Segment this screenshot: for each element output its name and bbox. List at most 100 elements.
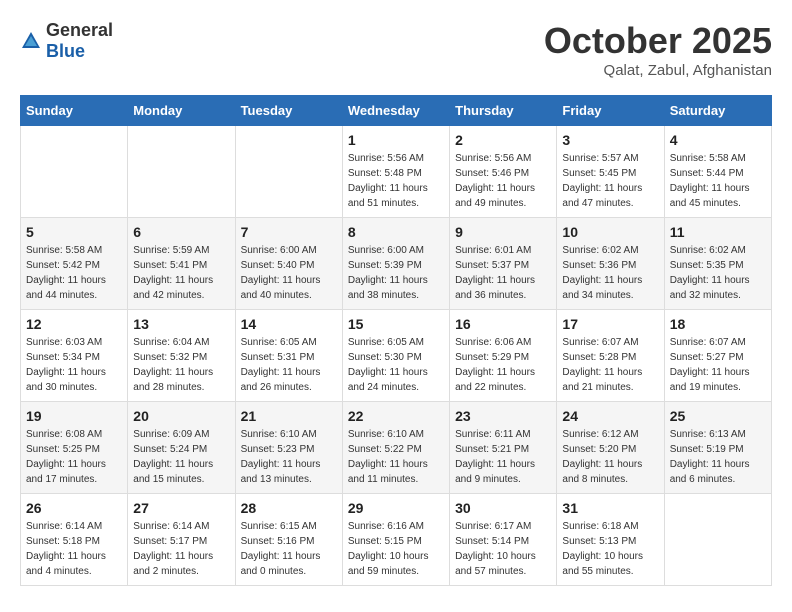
day-number: 20: [133, 408, 229, 424]
calendar-cell: 11Sunrise: 6:02 AM Sunset: 5:35 PM Dayli…: [664, 218, 771, 310]
calendar-cell: 10Sunrise: 6:02 AM Sunset: 5:36 PM Dayli…: [557, 218, 664, 310]
day-info: Sunrise: 6:11 AM Sunset: 5:21 PM Dayligh…: [455, 427, 551, 487]
calendar-cell: 23Sunrise: 6:11 AM Sunset: 5:21 PM Dayli…: [450, 402, 557, 494]
calendar-cell: 18 Sunrise: 6:07 AM Sunset: 5:27 PM Dayli…: [664, 310, 771, 402]
day-info: Sunrise: 6:05 AM Sunset: 5:31 PM Dayligh…: [241, 335, 337, 395]
day-info: Sunrise: 6:17 AM Sunset: 5:14 PM Dayligh…: [455, 519, 551, 579]
calendar-cell: 27Sunrise: 6:14 AM Sunset: 5:17 PM Dayli…: [128, 494, 235, 586]
logo-text-general: General: [46, 20, 113, 40]
calendar-cell: [21, 126, 128, 218]
day-number: 1: [348, 132, 444, 148]
logo: General Blue: [20, 20, 113, 62]
calendar-table: SundayMondayTuesdayWednesdayThursdayFrid…: [20, 95, 772, 586]
day-info: Sunrise: 6:06 AM Sunset: 5:29 PM Dayligh…: [455, 335, 551, 395]
day-info: Sunrise: 6:12 AM Sunset: 5:20 PM Dayligh…: [562, 427, 658, 487]
calendar-cell: 5Sunrise: 5:58 AM Sunset: 5:42 PM Daylig…: [21, 218, 128, 310]
calendar-cell: 9Sunrise: 6:01 AM Sunset: 5:37 PM Daylig…: [450, 218, 557, 310]
day-number: 6: [133, 224, 229, 240]
day-info: Sunrise: 6:07 AM Sunset: 5:28 PM Dayligh…: [562, 335, 658, 395]
calendar-cell: 12 Sunrise: 6:03 AM Sunset: 5:34 PM Dayli…: [21, 310, 128, 402]
calendar-cell: 28 Sunrise: 6:15 AM Sunset: 5:16 PM Dayli…: [235, 494, 342, 586]
day-info: Sunrise: 6:00 AM Sunset: 5:39 PM Dayligh…: [348, 243, 444, 303]
day-info: Sunrise: 6:02 AM Sunset: 5:36 PM Dayligh…: [562, 243, 658, 303]
page-header: General Blue October 2025 Qalat, Zabul, …: [20, 20, 772, 79]
calendar-cell: 13Sunrise: 6:04 AM Sunset: 5:32 PM Dayli…: [128, 310, 235, 402]
weekday-header-tuesday: Tuesday: [235, 96, 342, 126]
day-number: 21: [241, 408, 337, 424]
calendar-cell: 6 Sunrise: 5:59 AM Sunset: 5:41 PM Daylig…: [128, 218, 235, 310]
calendar-cell: [664, 494, 771, 586]
day-number: 28: [241, 500, 337, 516]
day-info: Sunrise: 6:10 AM Sunset: 5:23 PM Dayligh…: [241, 427, 337, 487]
calendar-cell: 24 Sunrise: 6:12 AM Sunset: 5:20 PM Dayli…: [557, 402, 664, 494]
day-info: Sunrise: 6:04 AM Sunset: 5:32 PM Dayligh…: [133, 335, 229, 395]
day-number: 24: [562, 408, 658, 424]
calendar-week-row: 12 Sunrise: 6:03 AM Sunset: 5:34 PM Dayli…: [21, 310, 772, 402]
weekday-header-thursday: Thursday: [450, 96, 557, 126]
calendar-week-row: 1 Sunrise: 5:56 AM Sunset: 5:48 PM Daylig…: [21, 126, 772, 218]
day-number: 3: [562, 132, 658, 148]
weekday-header-sunday: Sunday: [21, 96, 128, 126]
calendar-cell: 8 Sunrise: 6:00 AM Sunset: 5:39 PM Daylig…: [342, 218, 449, 310]
day-number: 15: [348, 316, 444, 332]
weekday-header-friday: Friday: [557, 96, 664, 126]
weekday-header-row: SundayMondayTuesdayWednesdayThursdayFrid…: [21, 96, 772, 126]
day-info: Sunrise: 6:00 AM Sunset: 5:40 PM Dayligh…: [241, 243, 337, 303]
logo-icon: [20, 30, 42, 52]
day-number: 25: [670, 408, 766, 424]
day-number: 7: [241, 224, 337, 240]
day-info: Sunrise: 6:03 AM Sunset: 5:34 PM Dayligh…: [26, 335, 122, 395]
calendar-cell: 31Sunrise: 6:18 AM Sunset: 5:13 PM Dayli…: [557, 494, 664, 586]
day-number: 4: [670, 132, 766, 148]
calendar-cell: 25 Sunrise: 6:13 AM Sunset: 5:19 PM Dayli…: [664, 402, 771, 494]
calendar-week-row: 26 Sunrise: 6:14 AM Sunset: 5:18 PM Dayli…: [21, 494, 772, 586]
calendar-cell: 3 Sunrise: 5:57 AM Sunset: 5:45 PM Daylig…: [557, 126, 664, 218]
day-info: Sunrise: 6:14 AM Sunset: 5:18 PM Dayligh…: [26, 519, 122, 579]
calendar-week-row: 5Sunrise: 5:58 AM Sunset: 5:42 PM Daylig…: [21, 218, 772, 310]
day-info: Sunrise: 6:09 AM Sunset: 5:24 PM Dayligh…: [133, 427, 229, 487]
calendar-cell: 22Sunrise: 6:10 AM Sunset: 5:22 PM Dayli…: [342, 402, 449, 494]
calendar-cell: [128, 126, 235, 218]
day-number: 26: [26, 500, 122, 516]
day-number: 29: [348, 500, 444, 516]
calendar-cell: 19Sunrise: 6:08 AM Sunset: 5:25 PM Dayli…: [21, 402, 128, 494]
day-info: Sunrise: 6:10 AM Sunset: 5:22 PM Dayligh…: [348, 427, 444, 487]
calendar-cell: 4Sunrise: 5:58 AM Sunset: 5:44 PM Daylig…: [664, 126, 771, 218]
calendar-title: October 2025: [544, 20, 772, 62]
day-number: 27: [133, 500, 229, 516]
day-number: 8: [348, 224, 444, 240]
calendar-cell: 29 Sunrise: 6:16 AM Sunset: 5:15 PM Dayli…: [342, 494, 449, 586]
day-info: Sunrise: 6:05 AM Sunset: 5:30 PM Dayligh…: [348, 335, 444, 395]
day-number: 19: [26, 408, 122, 424]
calendar-cell: 20 Sunrise: 6:09 AM Sunset: 5:24 PM Dayli…: [128, 402, 235, 494]
calendar-cell: 14 Sunrise: 6:05 AM Sunset: 5:31 PM Dayli…: [235, 310, 342, 402]
day-number: 17: [562, 316, 658, 332]
calendar-cell: 16 Sunrise: 6:06 AM Sunset: 5:29 PM Dayli…: [450, 310, 557, 402]
calendar-cell: 1 Sunrise: 5:56 AM Sunset: 5:48 PM Daylig…: [342, 126, 449, 218]
day-info: Sunrise: 6:15 AM Sunset: 5:16 PM Dayligh…: [241, 519, 337, 579]
day-info: Sunrise: 5:56 AM Sunset: 5:46 PM Dayligh…: [455, 151, 551, 211]
day-number: 2: [455, 132, 551, 148]
calendar-cell: 7 Sunrise: 6:00 AM Sunset: 5:40 PM Daylig…: [235, 218, 342, 310]
title-area: October 2025 Qalat, Zabul, Afghanistan: [544, 20, 772, 79]
day-info: Sunrise: 5:57 AM Sunset: 5:45 PM Dayligh…: [562, 151, 658, 211]
day-info: Sunrise: 6:01 AM Sunset: 5:37 PM Dayligh…: [455, 243, 551, 303]
day-number: 18: [670, 316, 766, 332]
day-number: 16: [455, 316, 551, 332]
day-number: 12: [26, 316, 122, 332]
day-info: Sunrise: 5:56 AM Sunset: 5:48 PM Dayligh…: [348, 151, 444, 211]
day-number: 14: [241, 316, 337, 332]
day-number: 5: [26, 224, 122, 240]
calendar-cell: 26 Sunrise: 6:14 AM Sunset: 5:18 PM Dayli…: [21, 494, 128, 586]
day-number: 11: [670, 224, 766, 240]
calendar-week-row: 19Sunrise: 6:08 AM Sunset: 5:25 PM Dayli…: [21, 402, 772, 494]
day-number: 31: [562, 500, 658, 516]
day-info: Sunrise: 6:16 AM Sunset: 5:15 PM Dayligh…: [348, 519, 444, 579]
day-info: Sunrise: 5:59 AM Sunset: 5:41 PM Dayligh…: [133, 243, 229, 303]
calendar-cell: [235, 126, 342, 218]
day-info: Sunrise: 6:13 AM Sunset: 5:19 PM Dayligh…: [670, 427, 766, 487]
calendar-cell: 15 Sunrise: 6:05 AM Sunset: 5:30 PM Dayli…: [342, 310, 449, 402]
weekday-header-monday: Monday: [128, 96, 235, 126]
day-info: Sunrise: 6:07 AM Sunset: 5:27 PM Dayligh…: [670, 335, 766, 395]
calendar-cell: 2 Sunrise: 5:56 AM Sunset: 5:46 PM Daylig…: [450, 126, 557, 218]
